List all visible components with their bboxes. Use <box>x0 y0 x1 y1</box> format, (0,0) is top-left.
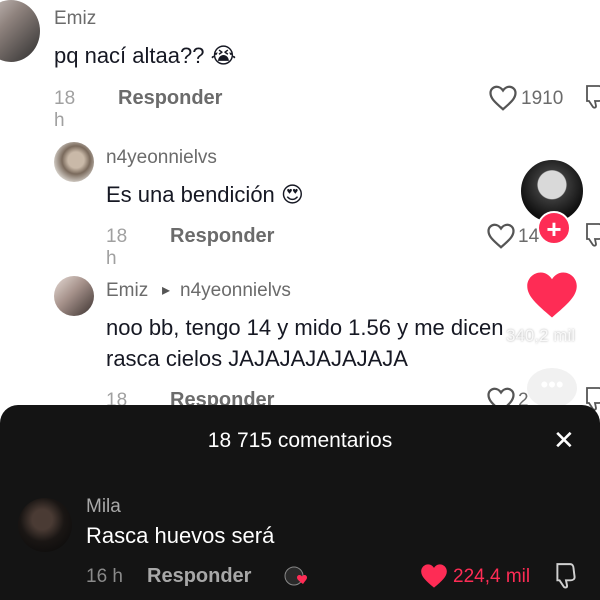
comment-text-line-1: noo bb, tengo 14 y mido 1.56 y me dicen <box>106 315 504 340</box>
comments-sheet: 18 715 comentarios ✕ Mila Rasca huevos s… <box>0 405 600 600</box>
dislike-icon[interactable] <box>584 84 600 110</box>
comment-text: pq nací altaa?? 😭 <box>54 43 237 68</box>
close-icon[interactable]: ✕ <box>553 425 575 456</box>
avatar[interactable] <box>0 0 40 62</box>
comment-text: Es una bendición 😍 <box>106 182 304 207</box>
heart-filled-icon[interactable] <box>420 563 448 589</box>
reply-arrow-icon: ▸ <box>162 282 171 299</box>
reply-to-username[interactable]: n4yeonnielvs <box>180 280 291 302</box>
comment-text: Rasca huevos será <box>86 523 275 548</box>
comment-username[interactable]: Emiz <box>106 280 148 302</box>
more-icon[interactable]: ••• <box>527 368 577 408</box>
reply-button[interactable]: Responder <box>118 87 222 110</box>
like-count: 1910 <box>521 88 564 109</box>
heart-outline-icon[interactable] <box>486 222 516 250</box>
comment-text-line-2: rasca cielos JAJAJAJAJAJAJA <box>106 346 408 371</box>
avatar[interactable] <box>54 276 94 316</box>
comment-username[interactable]: Mila <box>86 496 121 518</box>
comment-time: 18 h <box>106 226 128 269</box>
comment-username[interactable]: n4yeonnielvs <box>106 147 217 169</box>
creator-liked-icon <box>284 566 307 586</box>
dislike-icon[interactable] <box>584 222 600 248</box>
like-count: 224,4 mil <box>453 566 531 587</box>
avatar[interactable] <box>18 498 72 552</box>
reply-button[interactable]: Responder <box>147 565 251 588</box>
reply-button[interactable]: Responder <box>170 225 274 248</box>
avatar[interactable] <box>54 142 94 182</box>
comment-time: 18 h <box>54 88 76 131</box>
comments-count-title: 18 715 comentarios <box>207 429 393 452</box>
video-like-count: 340,2 mil <box>506 326 575 345</box>
comment-username[interactable]: Emiz <box>54 8 96 30</box>
heart-filled-icon[interactable] <box>525 270 579 320</box>
like-count: 14 <box>518 226 540 247</box>
comment-time: 16 h <box>86 566 123 587</box>
heart-outline-icon[interactable] <box>488 84 518 112</box>
plus-icon[interactable]: + <box>537 211 571 245</box>
dislike-icon[interactable] <box>554 562 578 590</box>
